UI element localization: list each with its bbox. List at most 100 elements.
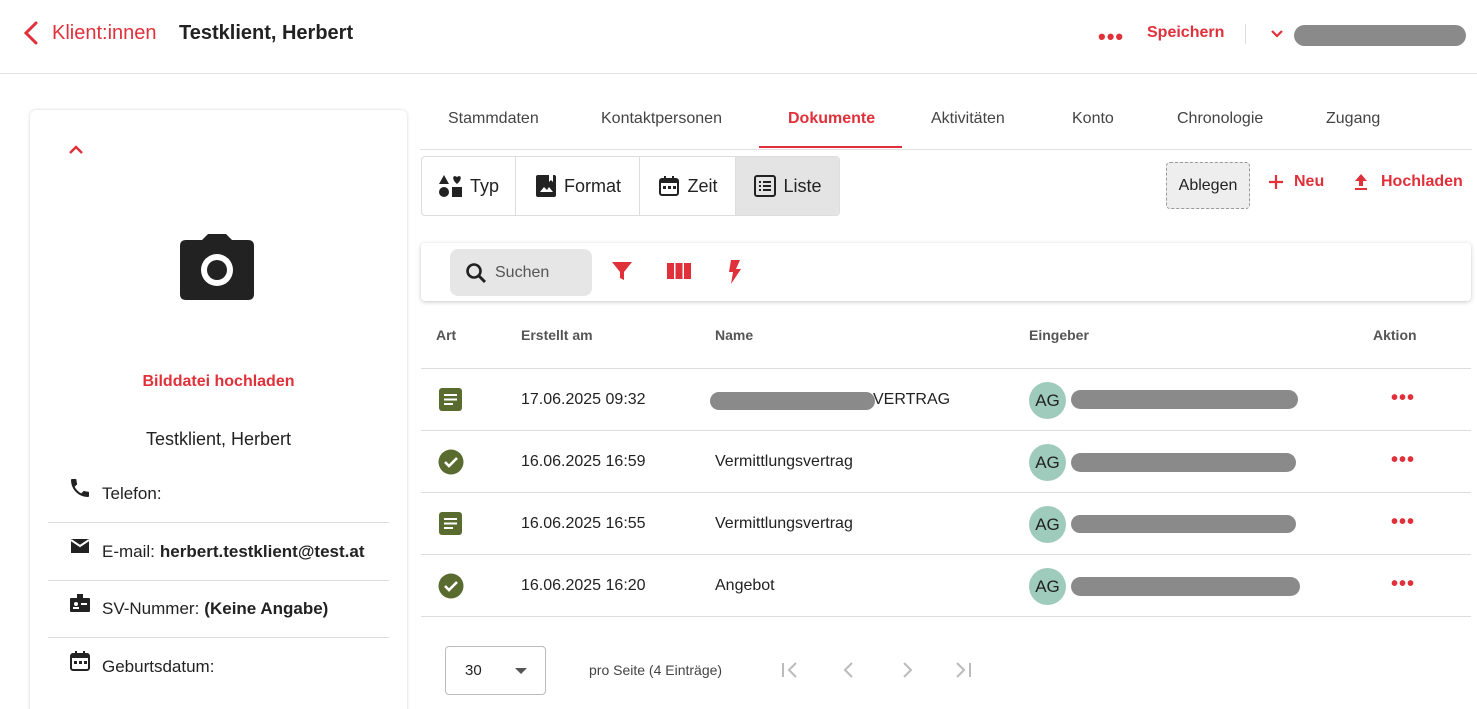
top-bar: Klient:innen Testklient, Herbert ••• Spe… (0, 0, 1477, 74)
info-row-birthdate: Geburtsdatum: (48, 638, 389, 695)
tab-dokumente[interactable]: Dokumente (788, 110, 875, 128)
check-circle-icon (438, 573, 464, 599)
prev-page-button[interactable] (839, 660, 859, 685)
column-header-name[interactable]: Name (715, 327, 753, 343)
created-date: 16.06.2025 16:59 (521, 453, 646, 470)
info-label: Geburtsdatum: (102, 656, 215, 676)
info-label: E-mail: (102, 542, 155, 561)
view-liste-button[interactable]: Liste (736, 157, 839, 215)
row-more-button[interactable]: ••• (1391, 511, 1415, 534)
row-more-button[interactable]: ••• (1391, 449, 1415, 472)
info-row-sv-number: SV-Nummer: (Keine Angabe) (48, 581, 389, 638)
flash-icon[interactable] (727, 260, 743, 289)
column-header-art[interactable]: Art (436, 327, 456, 343)
document-name: VERTRAG (873, 391, 951, 408)
tab-kontaktpersonen[interactable]: Kontaktpersonen (601, 110, 722, 128)
tab-bar: Stammdaten Kontaktpersonen Dokumente Akt… (420, 92, 1472, 150)
created-date: 17.06.2025 09:32 (521, 391, 646, 408)
avatar: AG (1029, 382, 1066, 419)
sv-number-value: (Keine Angabe) (204, 599, 329, 618)
document-name: Angebot (715, 577, 775, 594)
user-menu-toggle[interactable] (1270, 24, 1284, 49)
last-page-icon (956, 662, 971, 678)
column-header-aktion: Aktion (1373, 327, 1417, 343)
more-options-button[interactable]: ••• (1098, 24, 1124, 50)
upload-image-button[interactable]: Bilddatei hochladen (30, 373, 407, 391)
active-tab-indicator (759, 146, 902, 148)
list-icon (754, 175, 777, 197)
info-label: SV-Nummer: (102, 599, 200, 618)
per-page-label: pro Seite (4 Einträge) (589, 662, 723, 678)
document-icon (439, 388, 462, 411)
view-format-button[interactable]: Format (516, 157, 640, 215)
chevron-up-icon (69, 145, 83, 154)
redacted-user-name (1294, 25, 1466, 46)
columns-icon[interactable] (667, 260, 691, 287)
plus-icon (1269, 175, 1283, 189)
view-liste-label: Liste (783, 175, 822, 196)
filter-icon[interactable] (611, 260, 633, 287)
view-typ-label: Typ (469, 175, 499, 196)
tab-aktivitaeten[interactable]: Aktivitäten (931, 110, 1005, 128)
camera-icon[interactable] (180, 234, 254, 307)
first-page-icon (782, 662, 797, 678)
column-header-eingeber[interactable]: Eingeber (1029, 327, 1089, 343)
client-profile-card: Bilddatei hochladen Testklient, Herbert … (30, 110, 407, 709)
avatar: AG (1029, 444, 1066, 481)
upload-button[interactable]: Hochladen (1352, 173, 1463, 191)
info-row-email: E-mail: herbert.testklient@test.at (48, 524, 389, 581)
chevron-left-icon (843, 662, 853, 678)
document-name: Vermittlungsvertrag (715, 515, 853, 532)
page-size-value: 30 (465, 662, 482, 679)
mail-icon (70, 539, 90, 553)
view-toggle-group: Typ Format Zeit Liste (421, 156, 840, 216)
row-more-button[interactable]: ••• (1391, 387, 1415, 410)
check-circle-icon (438, 449, 464, 475)
tab-stammdaten[interactable]: Stammdaten (448, 110, 539, 128)
badge-icon (70, 594, 90, 612)
first-page-button[interactable] (780, 660, 800, 685)
tab-konto[interactable]: Konto (1072, 110, 1114, 128)
table-row[interactable]: 16.06.2025 16:59 Vermittlungsvertrag AG … (421, 431, 1471, 493)
view-typ-button[interactable]: Typ (422, 157, 516, 215)
ablegen-button[interactable]: Ablegen (1166, 162, 1250, 209)
shapes-icon (438, 175, 462, 197)
back-link[interactable]: Klient:innen (20, 20, 157, 46)
back-label: Klient:innen (52, 21, 157, 44)
redacted-user-name (1071, 515, 1296, 533)
calendar-icon (70, 650, 90, 671)
page-size-select[interactable]: 30 (445, 646, 546, 695)
view-zeit-label: Zeit (687, 175, 718, 196)
image-file-icon (535, 175, 556, 197)
new-button[interactable]: Neu (1267, 173, 1324, 191)
calendar-icon (659, 176, 680, 196)
last-page-button[interactable] (953, 660, 973, 685)
collapse-button[interactable] (66, 140, 86, 165)
row-more-button[interactable]: ••• (1391, 573, 1415, 596)
view-zeit-button[interactable]: Zeit (640, 157, 736, 215)
column-header-created[interactable]: Erstellt am (521, 327, 593, 343)
document-name: Vermittlungsvertrag (715, 453, 853, 470)
tab-chronologie[interactable]: Chronologie (1177, 110, 1263, 128)
redacted-user-name (1071, 577, 1300, 596)
info-row-phone: Telefon: (48, 466, 389, 523)
redacted-user-name (1071, 453, 1296, 472)
created-date: 16.06.2025 16:55 (521, 515, 646, 532)
search-field[interactable] (450, 249, 592, 296)
page-title: Testklient, Herbert (179, 22, 354, 44)
table-row[interactable]: 16.06.2025 16:20 Angebot AG ••• (421, 555, 1471, 617)
next-page-button[interactable] (897, 660, 917, 685)
created-date: 16.06.2025 16:20 (521, 577, 646, 594)
chevron-left-icon (23, 21, 38, 45)
table-row[interactable]: 16.06.2025 16:55 Vermittlungsvertrag AG … (421, 493, 1471, 555)
person-name: Testklient, Herbert (145, 429, 292, 449)
divider (1245, 24, 1246, 44)
chevron-down-icon (1271, 30, 1283, 38)
phone-icon (71, 479, 89, 497)
save-button[interactable]: Speichern (1147, 24, 1224, 42)
table-toolbar (421, 243, 1471, 301)
search-input[interactable] (495, 263, 585, 282)
info-label: Telefon: (102, 484, 162, 503)
tab-zugang[interactable]: Zugang (1326, 110, 1380, 128)
table-row[interactable]: 17.06.2025 09:32 VERTRAG AG ••• (421, 369, 1471, 431)
